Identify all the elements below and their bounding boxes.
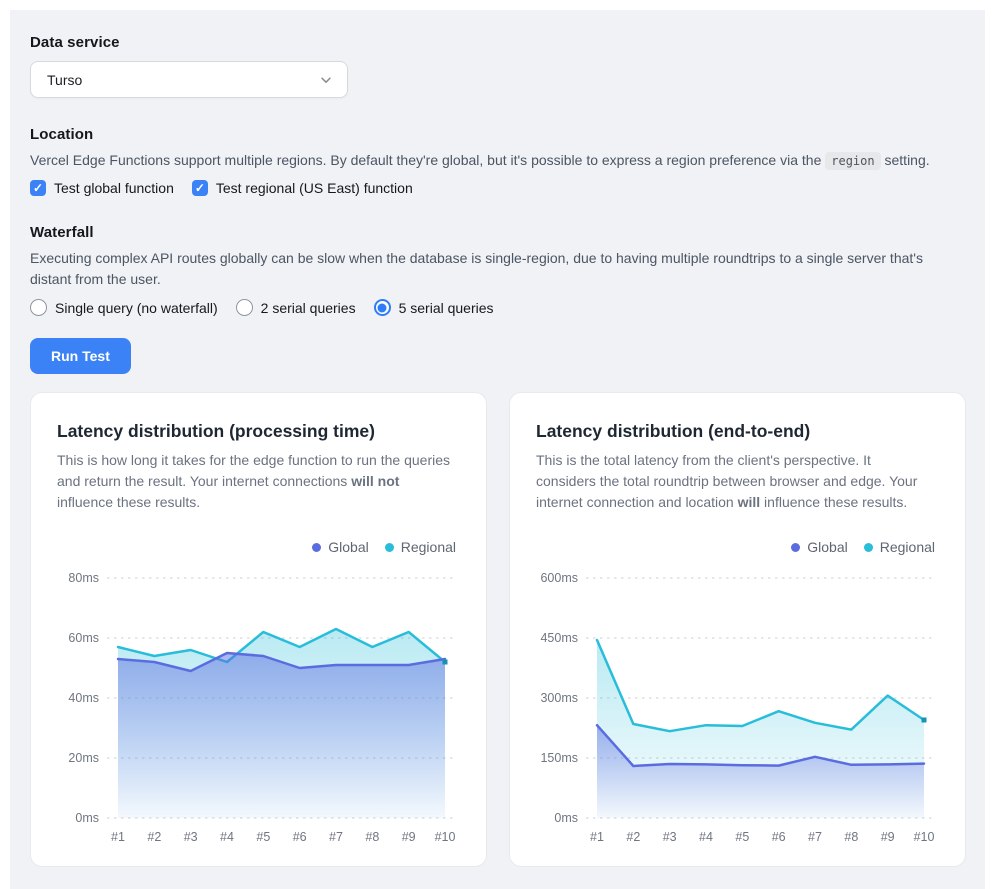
processing-time-card: Latency distribution (processing time) T… — [30, 392, 487, 867]
svg-text:450ms: 450ms — [540, 631, 578, 645]
checkbox-icon[interactable] — [192, 180, 208, 196]
svg-text:#9: #9 — [881, 830, 895, 844]
radio-label: Single query (no waterfall) — [55, 300, 218, 316]
processing-time-chart: 0ms 20ms 40ms 60ms 80ms #1 #2 #3 #4 #5 #6 #7 #8 #9 #10 — [57, 565, 462, 855]
waterfall-description: Executing complex API routes globally ca… — [30, 248, 965, 290]
svg-text:#8: #8 — [844, 830, 858, 844]
chart-legend: Global Regional — [536, 539, 939, 555]
svg-text:#6: #6 — [293, 830, 307, 844]
svg-text:#5: #5 — [256, 830, 270, 844]
legend-label: Global — [807, 539, 847, 555]
svg-text:300ms: 300ms — [540, 691, 578, 705]
page: Data service Turso Location Vercel Edge … — [0, 0, 1006, 889]
legend-item-regional[interactable]: Regional — [385, 539, 456, 555]
radio-label: 2 serial queries — [261, 300, 356, 316]
location-heading: Location — [30, 126, 965, 143]
card-description: This is how long it takes for the edge f… — [57, 450, 452, 513]
svg-text:#7: #7 — [329, 830, 343, 844]
card-title: Latency distribution (processing time) — [57, 421, 460, 442]
legend-label: Regional — [401, 539, 456, 555]
svg-text:#4: #4 — [699, 830, 713, 844]
svg-text:0ms: 0ms — [554, 811, 578, 825]
charts-row: Latency distribution (processing time) T… — [30, 392, 965, 867]
radio-5-serial-queries[interactable]: 5 serial queries — [374, 299, 494, 316]
end-to-end-chart: 0ms 150ms 300ms 450ms 600ms #1 #2 #3 #4 #5 #6 #7 #8 #… — [536, 565, 941, 855]
svg-text:#2: #2 — [626, 830, 640, 844]
svg-text:#6: #6 — [772, 830, 786, 844]
svg-text:#10: #10 — [914, 830, 935, 844]
location-description: Vercel Edge Functions support multiple r… — [30, 150, 965, 171]
svg-text:#3: #3 — [184, 830, 198, 844]
svg-text:#1: #1 — [590, 830, 604, 844]
waterfall-heading: Waterfall — [30, 224, 965, 241]
svg-text:#7: #7 — [808, 830, 822, 844]
svg-text:#9: #9 — [402, 830, 416, 844]
svg-text:150ms: 150ms — [540, 751, 578, 765]
svg-text:#5: #5 — [735, 830, 749, 844]
chevron-down-icon — [319, 73, 333, 87]
checkbox-label: Test regional (US East) function — [216, 180, 413, 196]
data-service-selected-value: Turso — [47, 72, 82, 88]
main-panel: Data service Turso Location Vercel Edge … — [10, 10, 985, 889]
content: Data service Turso Location Vercel Edge … — [10, 10, 985, 867]
radio-2-serial-queries[interactable]: 2 serial queries — [236, 299, 356, 316]
chart-legend: Global Regional — [57, 539, 460, 555]
svg-text:#8: #8 — [365, 830, 379, 844]
legend-item-global[interactable]: Global — [791, 539, 847, 555]
radio-icon[interactable] — [374, 299, 391, 316]
waterfall-radio-row: Single query (no waterfall) 2 serial que… — [30, 299, 965, 316]
chart-area: 0ms 150ms 300ms 450ms 600ms #1 #2 #3 #4 #5 #6 #7 #8 #… — [536, 565, 939, 860]
svg-text:40ms: 40ms — [68, 691, 99, 705]
run-test-button[interactable]: Run Test — [30, 338, 131, 374]
location-checkbox-row: Test global function Test regional (US E… — [30, 180, 965, 196]
legend-item-regional[interactable]: Regional — [864, 539, 935, 555]
card-title: Latency distribution (end-to-end) — [536, 421, 939, 442]
svg-text:#4: #4 — [220, 830, 234, 844]
data-service-select[interactable]: Turso — [30, 61, 348, 98]
end-to-end-card: Latency distribution (end-to-end) This i… — [509, 392, 966, 867]
svg-text:#10: #10 — [435, 830, 456, 844]
checkbox-label: Test global function — [54, 180, 174, 196]
checkbox-icon[interactable] — [30, 180, 46, 196]
radio-label: 5 serial queries — [399, 300, 494, 316]
svg-text:0ms: 0ms — [75, 811, 99, 825]
svg-text:60ms: 60ms — [68, 631, 99, 645]
radio-icon[interactable] — [236, 299, 253, 316]
legend-dot-icon — [312, 543, 321, 552]
svg-text:20ms: 20ms — [68, 751, 99, 765]
card-description: This is the total latency from the clien… — [536, 450, 931, 513]
data-service-heading: Data service — [30, 34, 965, 51]
svg-text:#2: #2 — [147, 830, 161, 844]
svg-text:#3: #3 — [663, 830, 677, 844]
legend-dot-icon — [864, 543, 873, 552]
legend-dot-icon — [791, 543, 800, 552]
legend-item-global[interactable]: Global — [312, 539, 368, 555]
radio-single-query[interactable]: Single query (no waterfall) — [30, 299, 218, 316]
svg-text:80ms: 80ms — [68, 571, 99, 585]
checkbox-test-regional-function[interactable]: Test regional (US East) function — [192, 180, 413, 196]
chart-area: 0ms 20ms 40ms 60ms 80ms #1 #2 #3 #4 #5 #6 #7 #8 #9 #10 — [57, 565, 460, 860]
legend-label: Global — [328, 539, 368, 555]
legend-label: Regional — [880, 539, 935, 555]
svg-text:#1: #1 — [111, 830, 125, 844]
legend-dot-icon — [385, 543, 394, 552]
radio-icon[interactable] — [30, 299, 47, 316]
svg-text:600ms: 600ms — [540, 571, 578, 585]
checkbox-test-global-function[interactable]: Test global function — [30, 180, 174, 196]
